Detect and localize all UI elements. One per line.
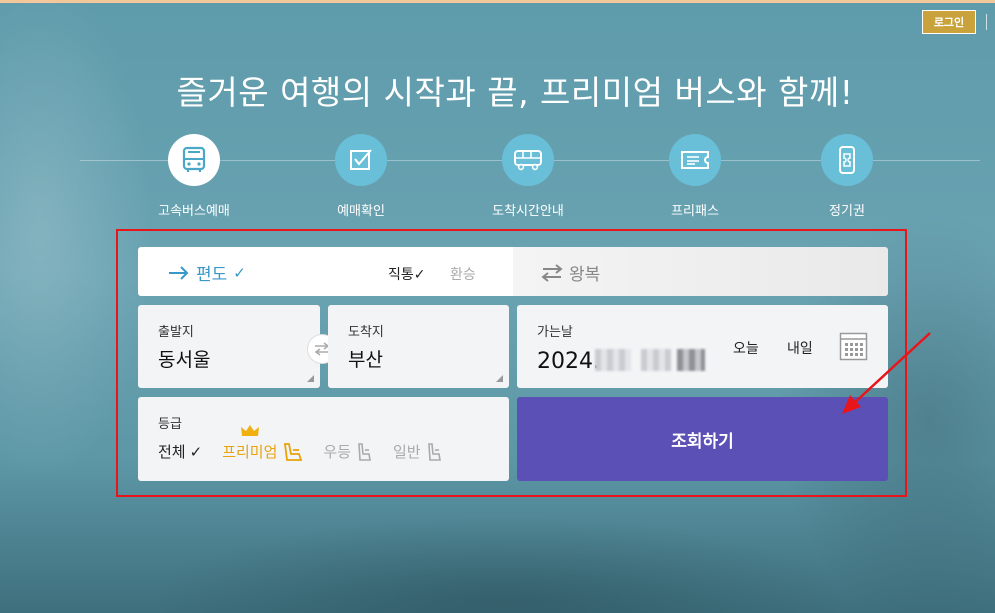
header-divider	[986, 14, 987, 30]
page-headline: 즐거운 여행의 시작과 끝, 프리미엄 버스와 함께!	[176, 73, 854, 112]
phone-pass-icon	[821, 134, 873, 186]
grade-text: 일반	[393, 443, 421, 461]
menu-item-reservation-check[interactable]: 예매확인	[306, 134, 416, 219]
round-trip-tab[interactable]: 왕복	[513, 247, 888, 296]
date-obscured-day	[641, 349, 671, 371]
arrival-field[interactable]: 도착지 부산	[328, 305, 509, 388]
corner-indicator	[496, 375, 503, 382]
trip-type-row: 편도 ✓ 직통✓ 환승 왕복	[138, 247, 888, 296]
date-obscured-month	[595, 349, 631, 371]
direct-text: 직통	[388, 267, 414, 283]
grade-text: 우등	[323, 443, 351, 461]
ticket-icon	[669, 134, 721, 186]
direct-option[interactable]: 직통✓	[388, 264, 426, 284]
menu-label: 도착시간안내	[492, 204, 564, 219]
checkbox-icon	[335, 134, 387, 186]
bus-side-icon	[502, 134, 554, 186]
check-icon: ✓	[413, 267, 426, 283]
date-value: 2024.	[537, 349, 600, 374]
grade-option-all[interactable]: 전체 ✓	[158, 441, 202, 462]
round-trip-label: 왕복	[541, 260, 600, 285]
date-obscured-weekday	[677, 349, 705, 371]
departure-field[interactable]: 출발지 동서울	[138, 305, 320, 388]
menu-item-free-pass[interactable]: 프리패스	[640, 134, 750, 219]
crown-icon	[241, 425, 260, 436]
menu-item-express-reservation[interactable]: 고속버스예매	[139, 134, 249, 219]
grade-option-standard[interactable]: 일반	[393, 441, 443, 462]
tomorrow-button[interactable]: 내일	[787, 338, 813, 358]
oneway-tab[interactable]: 편도 ✓ 직통✓ 환승	[138, 247, 513, 296]
oneway-label: 편도 ✓	[168, 260, 246, 285]
arrow-right-icon	[169, 265, 189, 280]
today-button[interactable]: 오늘	[733, 338, 759, 358]
menu-item-arrival-time[interactable]: 도착시간안내	[473, 134, 583, 219]
bus-icon	[168, 134, 220, 186]
menu-label: 프리패스	[671, 204, 719, 219]
seat-icon	[427, 442, 441, 461]
date-label: 가는날	[537, 325, 573, 340]
seat-icon	[284, 442, 303, 461]
transfer-option[interactable]: 환승	[450, 264, 476, 284]
grade-field: 등급 전체 ✓ 프리미엄 우등 일반	[138, 397, 509, 481]
menu-item-season-pass[interactable]: 정기권	[792, 134, 902, 219]
menu-label: 정기권	[829, 204, 865, 219]
menu-label: 고속버스예매	[158, 204, 230, 219]
arrival-label: 도착지	[348, 325, 384, 340]
menu-label: 예매확인	[337, 204, 385, 219]
check-icon: ✓	[233, 263, 246, 282]
arrival-value: 부산	[348, 349, 383, 371]
oneway-text: 편도	[196, 265, 228, 285]
grade-label: 등급	[158, 417, 182, 432]
seat-icon	[358, 442, 371, 461]
departure-label: 출발지	[158, 325, 194, 340]
swap-arrows-icon	[541, 263, 563, 282]
grade-text: 전체	[158, 443, 186, 461]
grade-text: 프리미엄	[222, 443, 278, 461]
round-trip-text: 왕복	[569, 265, 601, 285]
grade-options: 전체 ✓ 프리미엄 우등 일반	[158, 425, 463, 462]
login-button[interactable]: 로그인	[922, 10, 976, 34]
check-icon: ✓	[189, 442, 203, 461]
annotation-arrow-icon	[842, 332, 931, 414]
departure-value: 동서울	[158, 349, 211, 371]
grade-option-deluxe[interactable]: 우등	[323, 441, 373, 462]
corner-indicator	[307, 375, 314, 382]
grade-option-premium[interactable]: 프리미엄	[222, 425, 303, 462]
